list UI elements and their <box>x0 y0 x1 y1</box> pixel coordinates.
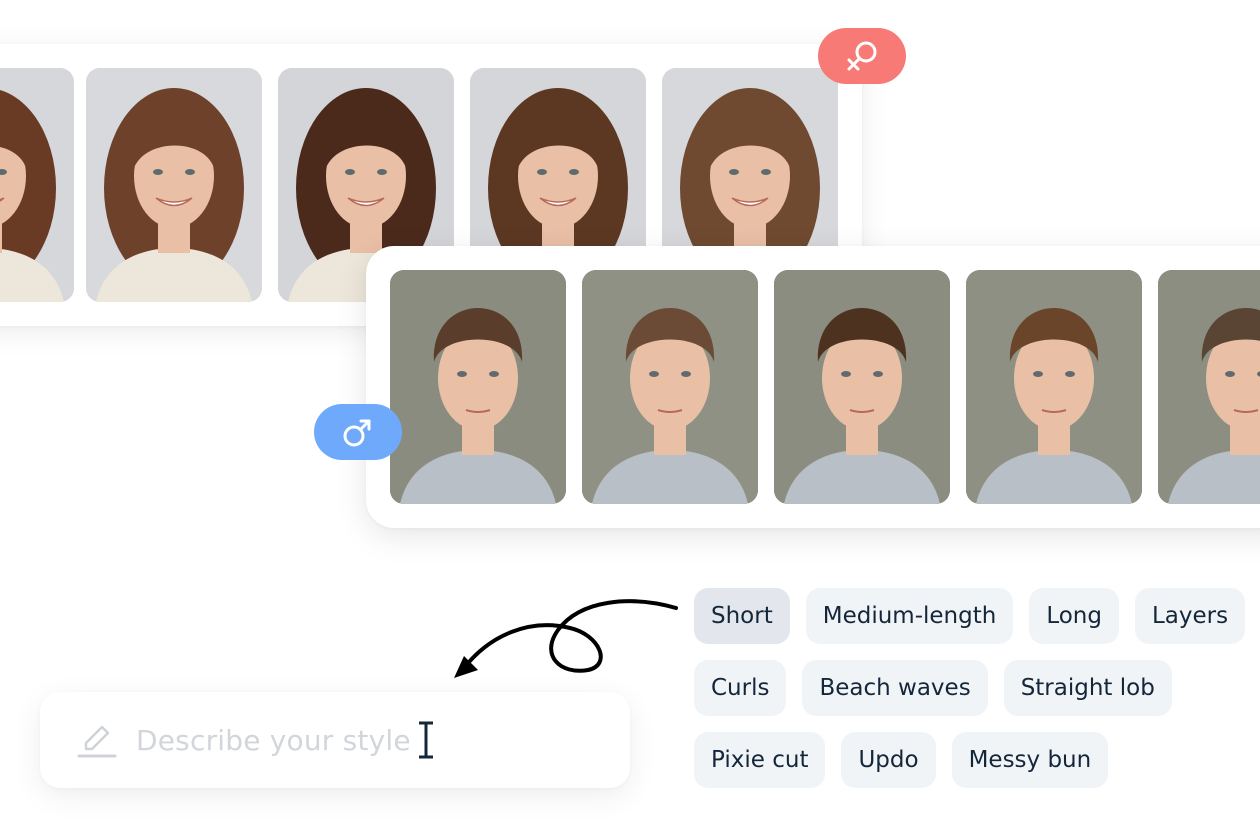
male-style-photo[interactable] <box>966 270 1142 504</box>
chip-straight-lob[interactable]: Straight lob <box>1003 660 1172 716</box>
chip-updo[interactable]: Updo <box>841 732 936 788</box>
male-symbol-icon <box>343 419 371 447</box>
chip-row: Curls Beach waves Straight lob <box>694 660 1260 716</box>
male-filter-badge[interactable] <box>314 404 402 460</box>
chip-beach-waves[interactable]: Beach waves <box>802 660 988 716</box>
chip-pixie-cut[interactable]: Pixie cut <box>694 732 826 788</box>
chip-short[interactable]: Short <box>694 588 790 644</box>
portrait-image <box>390 270 566 504</box>
male-style-photo[interactable] <box>390 270 566 504</box>
portrait-image <box>582 270 758 504</box>
male-hairstyle-gallery <box>366 246 1260 528</box>
pencil-icon <box>77 725 117 758</box>
portrait-image <box>774 270 950 504</box>
curly-arrow-icon <box>454 599 678 678</box>
chip-row: Pixie cut Updo Messy bun <box>694 732 1260 788</box>
female-filter-badge[interactable] <box>818 28 906 84</box>
chip-curls[interactable]: Curls <box>694 660 787 716</box>
chip-long[interactable]: Long <box>1029 588 1119 644</box>
describe-style-input[interactable]: Describe your style <box>40 692 630 788</box>
describe-placeholder: Describe your style <box>136 723 411 757</box>
portrait-image <box>86 68 262 302</box>
male-style-photo[interactable] <box>774 270 950 504</box>
male-style-photo[interactable] <box>582 270 758 504</box>
portrait-image <box>0 68 74 302</box>
female-style-photo[interactable] <box>0 68 74 302</box>
style-chip-group: Short Medium-length Long Layers Curls Be… <box>694 588 1260 804</box>
portrait-image <box>1158 270 1260 504</box>
chip-layers[interactable]: Layers <box>1134 588 1246 644</box>
chip-medium-length[interactable]: Medium-length <box>805 588 1014 644</box>
male-style-photo[interactable] <box>1158 270 1260 504</box>
portrait-image <box>966 270 1142 504</box>
chip-row: Short Medium-length Long Layers <box>694 588 1260 644</box>
text-cursor-icon <box>418 721 433 759</box>
female-symbol-icon <box>847 41 877 71</box>
chip-messy-bun[interactable]: Messy bun <box>951 732 1109 788</box>
female-style-photo[interactable] <box>86 68 262 302</box>
